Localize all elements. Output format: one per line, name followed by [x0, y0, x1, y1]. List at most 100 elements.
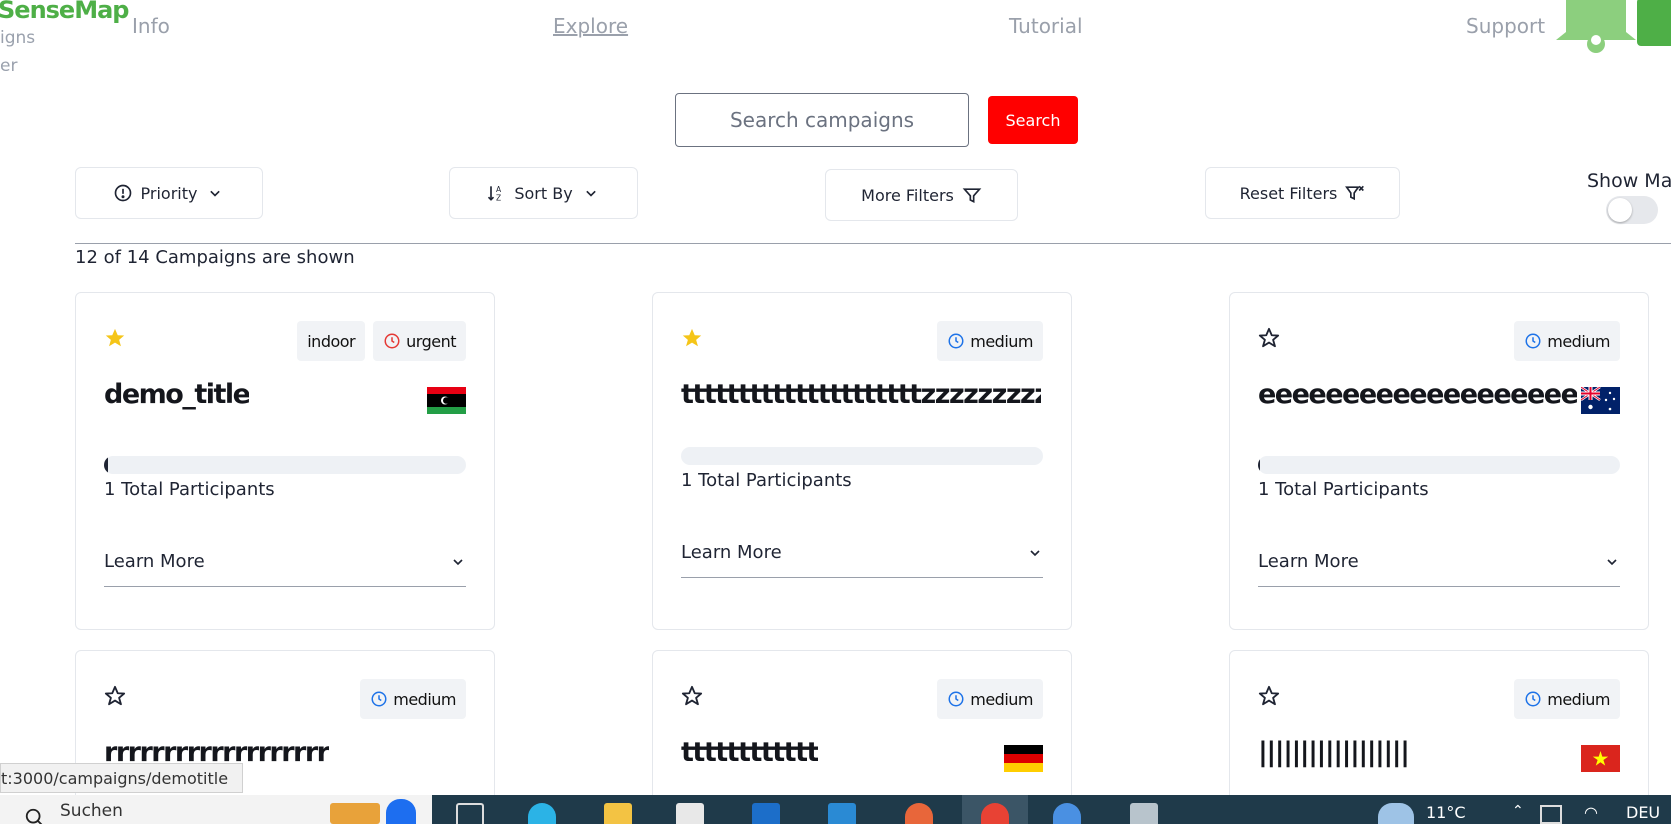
sidebar-link-user[interactable]: er	[0, 56, 17, 76]
priority-badge: urgent	[373, 321, 466, 361]
progress-bar	[104, 456, 466, 474]
participants-count: 1 Total Participants	[104, 479, 275, 500]
clock-icon	[371, 691, 387, 707]
star-outline-icon[interactable]	[1258, 327, 1280, 349]
clock-icon	[948, 691, 964, 707]
badge-label: medium	[970, 689, 1033, 709]
chevron-down-icon	[210, 190, 221, 197]
priority-badge: medium	[937, 321, 1043, 361]
campaign-card[interactable]: indoor urgent demo_title 1 Total Partici…	[75, 292, 495, 630]
priority-filter-label: Priority	[140, 183, 198, 203]
priority-filter-button[interactable]: Priority	[75, 167, 263, 219]
edge-icon[interactable]	[528, 803, 556, 824]
campaign-title[interactable]: tttttttttttt	[681, 737, 818, 768]
vscode-icon[interactable]	[828, 803, 856, 824]
progress-bar	[681, 447, 1043, 465]
app-icon[interactable]	[1130, 803, 1158, 824]
clock-icon	[1525, 333, 1541, 349]
campaign-card[interactable]: medium eeeeeeeeeeeeeeeeeee 1 Total Parti…	[1229, 292, 1649, 630]
priority-badge: medium	[937, 679, 1043, 719]
badge-label: medium	[1547, 689, 1610, 709]
learn-more-toggle[interactable]: Learn More	[104, 537, 466, 587]
learn-more-label: Learn More	[1258, 551, 1359, 572]
progress-bar	[1258, 456, 1620, 474]
windows-taskbar: Suchen 11°C ⌃ ◠ DEU	[0, 795, 1671, 824]
divider	[75, 243, 1671, 244]
campaign-title[interactable]: ||||||||||||||||||	[1258, 737, 1409, 768]
campaign-count: 12 of 14 Campaigns are shown	[75, 247, 355, 268]
wifi-icon[interactable]: ◠	[1584, 803, 1598, 822]
taskbar-search-text: Suchen	[60, 801, 123, 821]
nav-tutorial[interactable]: Tutorial	[1009, 14, 1083, 38]
show-map-label: Show Map	[1587, 170, 1671, 192]
campaign-title[interactable]: eeeeeeeeeeeeeeeeeee	[1258, 379, 1577, 410]
alert-circle-icon	[114, 184, 131, 202]
star-outline-icon[interactable]	[1258, 685, 1280, 707]
clock-icon	[948, 333, 964, 349]
campaign-title[interactable]: demo_title	[104, 379, 249, 410]
badge-label: urgent	[406, 331, 456, 351]
reset-filters-label: Reset Filters	[1239, 183, 1338, 203]
progress-fill	[104, 456, 108, 474]
chevron-down-icon	[453, 558, 463, 565]
pen-icon[interactable]	[1540, 805, 1562, 824]
badge-label: indoor	[307, 331, 356, 351]
language-indicator[interactable]: DEU	[1626, 803, 1660, 822]
participants-count: 1 Total Participants	[1258, 479, 1429, 500]
chevron-down-icon	[585, 190, 596, 197]
toggle-knob	[1608, 198, 1632, 222]
participants-count: 1 Total Participants	[681, 470, 852, 491]
chrome-icon[interactable]	[981, 803, 1009, 824]
nav-support[interactable]: Support	[1466, 14, 1545, 38]
weather-icon[interactable]	[1378, 803, 1414, 824]
more-filters-button[interactable]: More Filters	[825, 169, 1018, 221]
chevron-up-icon[interactable]: ⌃	[1512, 803, 1524, 819]
badge-label: medium	[970, 331, 1033, 351]
clock-icon	[384, 333, 400, 349]
learn-more-label: Learn More	[104, 551, 205, 572]
search-button[interactable]: Search	[988, 96, 1078, 144]
firefox-icon[interactable]	[905, 803, 933, 824]
app-logo[interactable]: SenseMap	[0, 0, 129, 24]
svg-text:Z: Z	[496, 194, 501, 203]
learn-more-label: Learn More	[681, 542, 782, 563]
sortby-button[interactable]: AZ Sort By	[449, 167, 638, 219]
reset-filters-button[interactable]: Reset Filters	[1205, 167, 1400, 219]
show-map-toggle[interactable]	[1606, 196, 1658, 224]
search-input[interactable]	[675, 93, 969, 147]
sidebar-link-campaigns[interactable]: igns	[0, 28, 35, 48]
filter-reset-icon	[1345, 185, 1365, 201]
priority-badge: medium	[360, 679, 466, 719]
mail-icon[interactable]	[752, 803, 780, 824]
campaign-card[interactable]: medium tttttttttttttttttttttzzzzzzzzzzz …	[652, 292, 1072, 630]
star-outline-icon[interactable]	[104, 685, 126, 707]
store-icon[interactable]	[676, 803, 704, 824]
learn-more-toggle[interactable]: Learn More	[1258, 537, 1620, 587]
file-explorer-icon[interactable]	[604, 803, 632, 824]
flag-vietnam-icon	[1581, 745, 1620, 772]
profile-button[interactable]	[1637, 0, 1671, 46]
sortby-label: Sort By	[514, 183, 573, 203]
sort-icon: AZ	[488, 185, 502, 203]
more-filters-label: More Filters	[861, 185, 954, 205]
priority-badge: medium	[1514, 321, 1620, 361]
clock-icon	[1525, 691, 1541, 707]
taskbar-search[interactable]: Suchen	[0, 795, 432, 824]
flag-australia-icon	[1581, 387, 1620, 414]
widget-icon	[330, 803, 380, 824]
search-icon	[25, 808, 43, 824]
campaign-title[interactable]: tttttttttttttttttttttzzzzzzzzzzz	[681, 379, 1041, 410]
app-icon[interactable]	[1053, 803, 1081, 824]
nav-info[interactable]: Info	[132, 14, 170, 38]
learn-more-toggle[interactable]: Learn More	[681, 528, 1043, 578]
star-filled-icon[interactable]	[104, 327, 126, 349]
task-view-icon[interactable]	[456, 803, 484, 824]
link-status-url: t:3000/campaigns/demotitle	[0, 763, 244, 793]
flag-germany-icon	[1004, 745, 1043, 772]
nav-explore[interactable]: Explore	[553, 14, 628, 38]
badge-label: medium	[1547, 331, 1610, 351]
weather-temp: 11°C	[1426, 803, 1466, 822]
star-filled-icon[interactable]	[681, 327, 703, 349]
star-outline-icon[interactable]	[681, 685, 703, 707]
bell-icon[interactable]	[1552, 0, 1640, 54]
